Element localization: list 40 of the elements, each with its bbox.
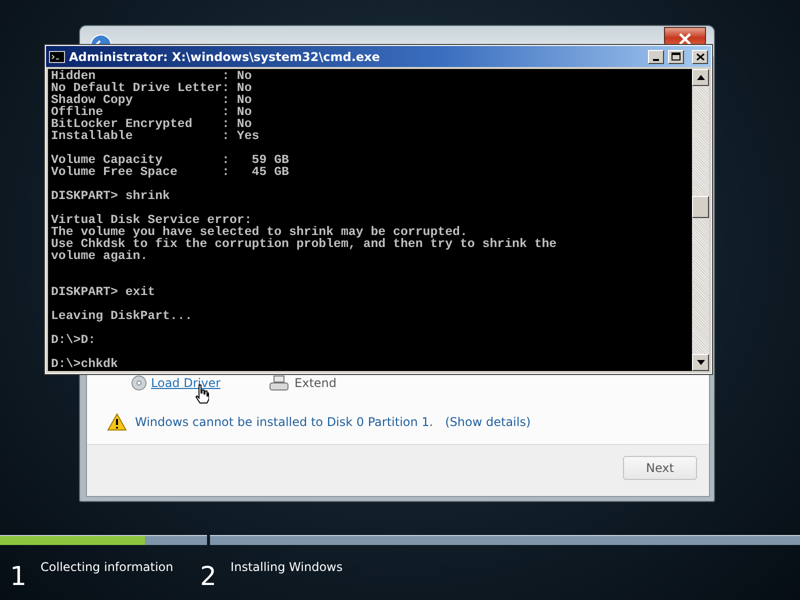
console-line: Leaving DiskPart... (51, 310, 194, 322)
console-line: DISKPART> shrink (51, 190, 171, 202)
minimize-button[interactable] (648, 50, 664, 64)
scrollbar[interactable] (692, 69, 709, 371)
console-line: Volume Capacity : 59 GB (51, 154, 290, 166)
minimize-icon (653, 58, 659, 60)
console-line: BitLocker Encrypted : No (51, 118, 252, 130)
console-line: Hidden : No (51, 70, 253, 82)
step-label: Collecting information (40, 559, 174, 576)
console-line: D:\>chkdk (51, 358, 119, 370)
console-line: Use Chkdsk to fix the corruption problem, and then try to shrink the (51, 238, 558, 250)
load-driver-link[interactable]: Load Driver (151, 374, 221, 392)
console-line: volume again. (51, 250, 149, 262)
console-line: Offline : No (51, 106, 253, 118)
show-details-link[interactable]: (Show details) (445, 413, 531, 431)
scroll-thumb[interactable] (692, 196, 709, 218)
console-line: Volume Free Space : 45 GB (51, 166, 290, 178)
extend-link[interactable]: Extend (294, 374, 337, 392)
step-number: 1 (10, 564, 27, 590)
maximize-button[interactable] (668, 50, 684, 64)
drive-icon (268, 374, 291, 392)
close-icon (696, 52, 704, 60)
maximize-icon (671, 52, 681, 61)
console-line: DISKPART> exit (51, 286, 156, 298)
window-title: Administrator: X:\windows\system32\cmd.exe (69, 48, 380, 66)
scroll-down-button[interactable] (692, 354, 709, 371)
console-line: D:\>D: (51, 334, 97, 346)
scroll-up-button[interactable] (692, 69, 709, 86)
down-arrow-icon (696, 360, 704, 365)
console-line: The volume you have selected to shrink may be corrupted. (51, 226, 468, 238)
console-icon (49, 50, 65, 62)
step-label: Installing Windows (230, 559, 343, 576)
console-line: Installable : Yes (51, 130, 260, 142)
console-line: Shadow Copy : No (51, 94, 253, 106)
warning-icon (107, 413, 127, 431)
up-arrow-icon (696, 75, 704, 80)
console-line: No Default Drive Letter: No (51, 82, 253, 94)
warning-message[interactable]: Windows cannot be installed to Disk 0 Partition 1. (135, 413, 434, 431)
step-number: 2 (200, 564, 217, 590)
console-line: Virtual Disk Service error: (51, 214, 252, 226)
